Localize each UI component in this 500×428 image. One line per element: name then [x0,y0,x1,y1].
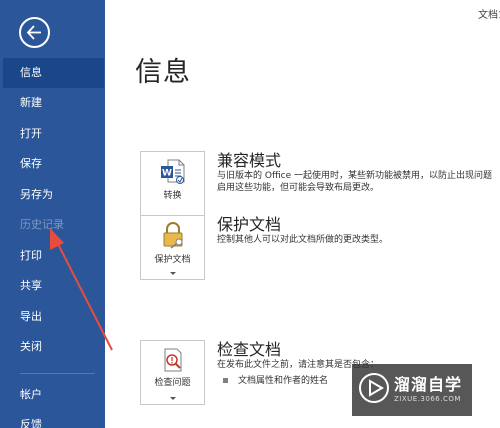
bullet-item: 文档属性和作者的姓名 [223,373,328,386]
page-title: 信息 [135,57,191,88]
nav-close[interactable]: 关闭 [0,332,105,362]
section-title: 检查文档 [217,340,282,359]
bullet-text: 文档属性和作者的姓名 [238,376,329,386]
nav-info[interactable]: 信息 [3,58,104,88]
nav-label: 历史记录 [20,218,64,231]
nav-label: 关闭 [20,340,42,353]
protect-document-button[interactable]: 保护文档 [140,215,205,280]
nav-share[interactable]: 共享 [0,271,105,301]
nav-history: 历史记录 [0,210,105,240]
nav-account[interactable]: 帐户 [0,380,105,410]
nav-label: 帐户 [20,388,42,401]
description-line: 启用这些功能，但可能会导致布局更改。 [217,183,380,193]
nav-label: 打开 [20,127,42,140]
section-description: 控制其他人可以对此文档所做的更改类型。 [217,234,388,246]
chevron-down-icon [170,397,176,400]
bullet-icon [223,378,228,383]
check-issues-button[interactable]: 检查问题 [140,340,205,405]
watermark-url: ZIXUE.3066.COM [394,395,461,403]
nav-open[interactable]: 打开 [0,119,105,149]
document-title: 文档1 [478,10,500,21]
convert-button[interactable]: W 转换 [140,151,205,216]
backstage-sidebar: 信息 新建 打开 保存 另存为 历史记录 打印 共享 导出 关闭 帐户 反馈 [0,0,105,428]
nav-export[interactable]: 导出 [0,302,105,332]
section-description: 与旧版本的 Office 一起使用时，某些新功能被禁用，以防止出现问题 启用这些… [217,170,492,194]
nav-label: 另存为 [20,188,53,201]
nav-label: 导出 [20,310,42,323]
nav-save-as[interactable]: 另存为 [0,180,105,210]
nav-print[interactable]: 打印 [0,241,105,271]
nav-label: 新建 [20,96,42,109]
back-arrow-icon [26,25,41,40]
section-title: 兼容模式 [217,151,282,170]
nav-label: 信息 [20,66,42,79]
back-button[interactable] [19,17,50,48]
nav-label: 共享 [20,279,42,292]
nav-save[interactable]: 保存 [0,149,105,179]
watermark-name: 溜溜自学 [394,375,463,394]
tile-label: 保护文档 [154,255,191,265]
section-title: 保护文档 [217,215,282,234]
nav-label: 反馈 [20,418,42,428]
description-line: 控制其他人可以对此文档所做的更改类型。 [217,235,389,245]
description-line: 与旧版本的 Office 一起使用时，某些新功能被禁用，以防止出现问题 [217,171,492,181]
nav-label: 保存 [20,157,42,170]
nav-feedback[interactable]: 反馈 [0,410,105,428]
watermark: 溜溜自学 ZIXUE.3066.COM [352,364,472,416]
nav-new[interactable]: 新建 [0,88,105,118]
inspect-document-icon [164,348,182,372]
word-convert-icon: W [161,159,185,184]
nav-label: 打印 [20,249,42,262]
chevron-down-icon [170,272,176,275]
tile-label: 转换 [163,191,182,201]
nav-divider [20,373,95,374]
tile-label: 检查问题 [154,378,191,388]
svg-text:W: W [162,169,172,179]
play-logo-icon [359,373,389,403]
lock-key-icon [163,222,183,249]
